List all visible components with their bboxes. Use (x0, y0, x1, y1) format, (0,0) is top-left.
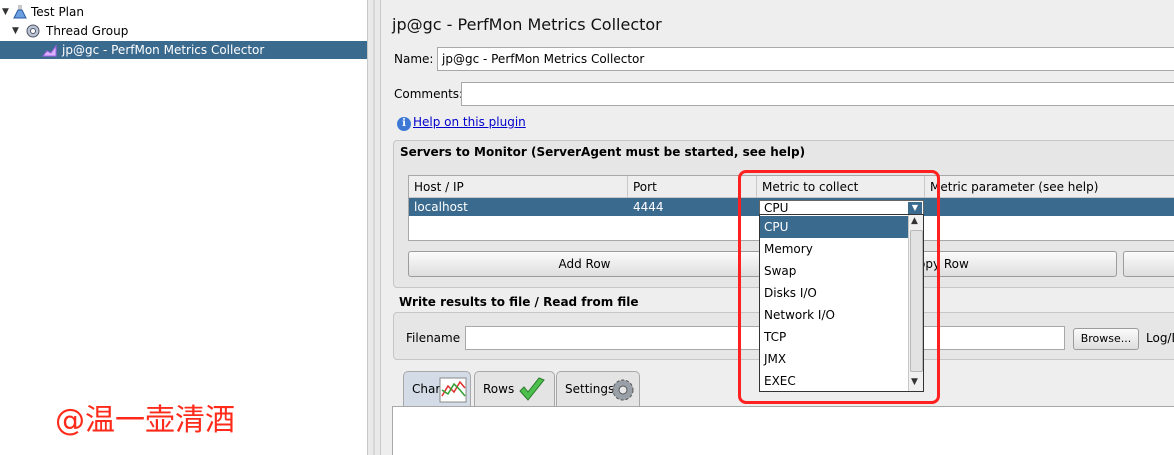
dropdown-option-network-io[interactable]: Network I/O (760, 304, 908, 326)
delete-row-button[interactable] (1123, 251, 1174, 277)
column-header-host[interactable]: Host / IP (409, 176, 628, 198)
info-icon: i (397, 117, 411, 131)
gear-icon (26, 24, 40, 38)
collapse-icon[interactable]: ▼ (12, 22, 22, 40)
tree-item-label: jp@gc - PerfMon Metrics Collector (62, 43, 265, 57)
tab-settings[interactable]: Settings (556, 371, 640, 407)
chevron-down-icon[interactable]: ▼ (908, 202, 922, 214)
copy-row-button[interactable]: opy Row (901, 251, 1117, 277)
metric-dropdown-list: CPU Memory Swap Disks I/O Network I/O TC… (759, 214, 924, 392)
dropdown-option-cpu[interactable]: CPU (760, 216, 908, 238)
tab-rows-label: Rows (483, 382, 515, 396)
name-label: Name: (394, 52, 434, 66)
tree-item-label: Thread Group (46, 24, 129, 38)
cell-port[interactable]: 4444 (628, 198, 664, 216)
watermark-text: @温一壶清酒 (55, 403, 235, 438)
dropdown-scrollbar[interactable]: ▲ ▼ (908, 215, 923, 391)
gear-icon (612, 379, 634, 401)
tab-settings-label: Settings (565, 382, 615, 396)
tab-rows[interactable]: Rows (474, 371, 555, 407)
comments-field[interactable] (461, 82, 1174, 106)
column-header-metric-param[interactable]: Metric parameter (see help) (925, 176, 1174, 198)
dropdown-option-exec[interactable]: EXEC (760, 370, 908, 392)
cell-host[interactable]: localhost (409, 198, 468, 216)
comments-label: Comments: (394, 87, 464, 101)
dropdown-option-swap[interactable]: Swap (760, 260, 908, 282)
test-plan-tree: ▼ Test Plan ▼ Thread Group jp@gc - PerfM… (0, 0, 367, 455)
dropdown-option-jmx[interactable]: JMX (760, 348, 908, 370)
divider-grip (373, 0, 375, 455)
column-header-metric[interactable]: Metric to collect (757, 176, 925, 198)
servers-section-title: Servers to Monitor (ServerAgent must be … (400, 145, 806, 159)
add-row-button[interactable]: Add Row (408, 251, 761, 277)
dropdown-option-tcp[interactable]: TCP (760, 326, 908, 348)
tab-chart[interactable]: Chart (403, 371, 471, 407)
checkmark-icon (519, 377, 545, 401)
dropdown-option-disks-io[interactable]: Disks I/O (760, 282, 908, 304)
scroll-up-icon[interactable]: ▲ (911, 216, 918, 226)
filename-label: Filename (406, 331, 461, 345)
dropdown-option-memory[interactable]: Memory (760, 238, 908, 260)
scrollbar-thumb[interactable] (910, 230, 923, 372)
tree-item-label: Test Plan (31, 5, 84, 19)
test-plan-icon (13, 5, 27, 19)
tree-item-perfmon-collector[interactable]: jp@gc - PerfMon Metrics Collector (0, 41, 367, 59)
page-title: jp@gc - PerfMon Metrics Collector (392, 15, 662, 34)
log-errors-label: Log/D (1146, 331, 1174, 345)
tree-item-test-plan[interactable]: ▼ Test Plan (0, 3, 367, 21)
chart-icon (439, 377, 467, 403)
cell-metric-param[interactable] (925, 198, 930, 216)
split-pane-divider[interactable] (367, 0, 381, 455)
perfmon-config-panel: jp@gc - PerfMon Metrics Collector Name: … (381, 0, 1174, 455)
graph-listener-icon (42, 44, 57, 57)
collapse-icon[interactable]: ▼ (2, 3, 12, 21)
browse-button[interactable]: Browse... (1073, 328, 1139, 350)
help-link[interactable]: Help on this plugin (413, 115, 526, 129)
file-section-title: Write results to file / Read from file (399, 295, 639, 309)
tree-item-thread-group[interactable]: ▼ Thread Group (0, 22, 367, 40)
column-header-port[interactable]: Port (628, 176, 757, 198)
tab-content-area (392, 406, 1174, 455)
name-field[interactable]: jp@gc - PerfMon Metrics Collector (437, 47, 1174, 71)
scroll-down-icon[interactable]: ▼ (911, 377, 918, 387)
metric-combo-value: CPU (764, 201, 789, 215)
